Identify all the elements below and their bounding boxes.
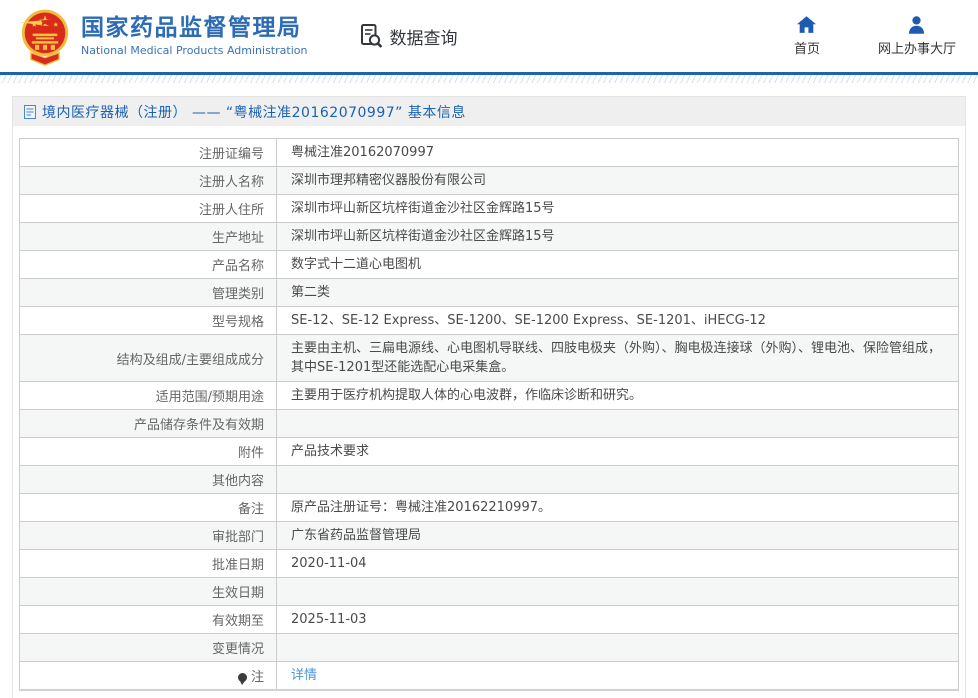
page: 国家药品监督管理局 National Medical Products Admi… [0, 0, 978, 698]
table-row: 有效期至 2025-11-03 [19, 605, 959, 634]
field-value: 主要用于医疗机构提取人体的心电波群，作临床诊断和研究。 [276, 381, 959, 410]
registration-table-wrap: 注册证编号 粤械注准20162070997 注册人名称 深圳市理邦精密仪器股份有… [19, 138, 959, 691]
table-row: 注册人住所 深圳市坪山新区坑梓街道金沙社区金辉路15号 [19, 194, 959, 223]
nav-data-query[interactable]: 数据查询 [359, 23, 457, 49]
field-value [276, 465, 959, 494]
registration-info-table: 注册证编号 粤械注准20162070997 注册人名称 深圳市理邦精密仪器股份有… [19, 138, 959, 691]
table-row: 备注 原产品注册证号：粤械注准20162210997。 [19, 493, 959, 522]
national-emblem-icon [20, 9, 69, 66]
table-row: 变更情况 [19, 633, 959, 662]
field-label: 注册人住所 [19, 194, 277, 223]
field-label: 其他内容 [19, 465, 277, 494]
table-row: 注册人名称 深圳市理邦精密仪器股份有限公司 [19, 166, 959, 195]
field-label: 备注 [19, 493, 277, 522]
table-row: 注册证编号 粤械注准20162070997 [19, 138, 959, 167]
table-row: 批准日期 2020-11-04 [19, 549, 959, 578]
field-value: 数字式十二道心电图机 [276, 250, 959, 279]
field-label: 结构及组成/主要组成成分 [19, 334, 277, 382]
info-table-body: 注册证编号 粤械注准20162070997 注册人名称 深圳市理邦精密仪器股份有… [19, 138, 959, 691]
field-value: 产品技术要求 [276, 437, 959, 466]
nmpa-logo[interactable]: 国家药品监督管理局 National Medical Products Admi… [20, 6, 307, 66]
nav-service-hall[interactable]: 网上办事大厅 [877, 15, 956, 57]
field-value: 原产品注册证号：粤械注准20162210997。 [276, 493, 959, 522]
field-value: SE-12、SE-12 Express、SE-1200、SE-1200 Expr… [276, 306, 959, 335]
field-value: 2020-11-04 [276, 549, 959, 578]
header-hatch-pattern [0, 75, 978, 83]
note-balloon-icon [237, 673, 247, 685]
field-value: 深圳市坪山新区坑梓街道金沙社区金辉路15号 [276, 194, 959, 223]
field-value [276, 633, 959, 662]
field-label: 适用范围/预期用途 [19, 381, 277, 410]
field-value: 深圳市理邦精密仪器股份有限公司 [276, 166, 959, 195]
field-label: 生效日期 [19, 577, 277, 606]
table-row: 审批部门 广东省药品监督管理局 [19, 521, 959, 550]
field-label: 生产地址 [19, 222, 277, 251]
field-label: 注册证编号 [19, 138, 277, 167]
field-value: 第二类 [276, 278, 959, 307]
org-name-en: National Medical Products Administration [81, 43, 308, 57]
table-row: 附件 产品技术要求 [19, 437, 959, 466]
org-name-cn: 国家药品监督管理局 [81, 15, 302, 42]
field-value: 粤械注准20162070997 [276, 138, 959, 167]
field-label: 批准日期 [19, 549, 277, 578]
field-value: 主要由主机、三扁电源线、心电图机导联线、四肢电极夹（外购）、胸电极连接球（外购）… [276, 334, 959, 382]
nav-home-label: 首页 [793, 41, 820, 57]
table-row: 生效日期 [19, 577, 959, 606]
table-row: 结构及组成/主要组成成分 主要由主机、三扁电源线、心电图机导联线、四肢电极夹（外… [19, 334, 959, 382]
data-query-icon [361, 24, 383, 48]
page-title-bar: 境内医疗器械（注册） —— “粤械注准20162070997” 基本信息 [13, 97, 965, 126]
person-icon [909, 15, 925, 34]
table-row: 型号规格 SE-12、SE-12 Express、SE-1200、SE-1200… [19, 306, 959, 335]
field-label: 变更情况 [19, 633, 277, 662]
data-query-label: 数据查询 [389, 28, 458, 49]
detail-link[interactable]: 详情 [291, 668, 317, 683]
table-row: 注 详情 [19, 661, 959, 691]
field-value [276, 577, 959, 606]
table-row: 产品名称 数字式十二道心电图机 [19, 250, 959, 279]
table-row: 适用范围/预期用途 主要用于医疗机构提取人体的心电波群，作临床诊断和研究。 [19, 381, 959, 410]
field-label: 管理类别 [19, 278, 277, 307]
org-name-block: 国家药品监督管理局 National Medical Products Admi… [81, 15, 307, 56]
field-label: 审批部门 [19, 521, 277, 550]
home-icon [797, 15, 817, 33]
field-value: 2025-11-03 [276, 605, 959, 634]
table-row: 产品储存条件及有效期 [19, 409, 959, 438]
field-label: 注册人名称 [19, 166, 277, 195]
nav-hall-label: 网上办事大厅 [877, 41, 956, 57]
page-title: 境内医疗器械（注册） —— “粤械注准20162070997” 基本信息 [42, 104, 466, 121]
field-label: 型号规格 [19, 306, 277, 335]
site-header: 国家药品监督管理局 National Medical Products Admi… [0, 0, 978, 72]
nav-home[interactable]: 首页 [793, 15, 820, 57]
field-value: 深圳市坪山新区坑梓街道金沙社区金辉路15号 [276, 222, 959, 251]
table-row: 管理类别 第二类 [19, 278, 959, 307]
field-label: 注 [19, 661, 277, 691]
field-label: 有效期至 [19, 605, 277, 634]
field-label: 附件 [19, 437, 277, 466]
table-row: 其他内容 [19, 465, 959, 494]
field-value: 广东省药品监督管理局 [276, 521, 959, 550]
table-row: 生产地址 深圳市坪山新区坑梓街道金沙社区金辉路15号 [19, 222, 959, 251]
content-card: 境内医疗器械（注册） —— “粤械注准20162070997” 基本信息 注册证… [12, 96, 966, 698]
field-label: 产品储存条件及有效期 [19, 409, 277, 438]
field-value: 详情 [276, 661, 959, 691]
field-value [276, 409, 959, 438]
document-icon [24, 104, 36, 119]
field-label: 产品名称 [19, 250, 277, 279]
